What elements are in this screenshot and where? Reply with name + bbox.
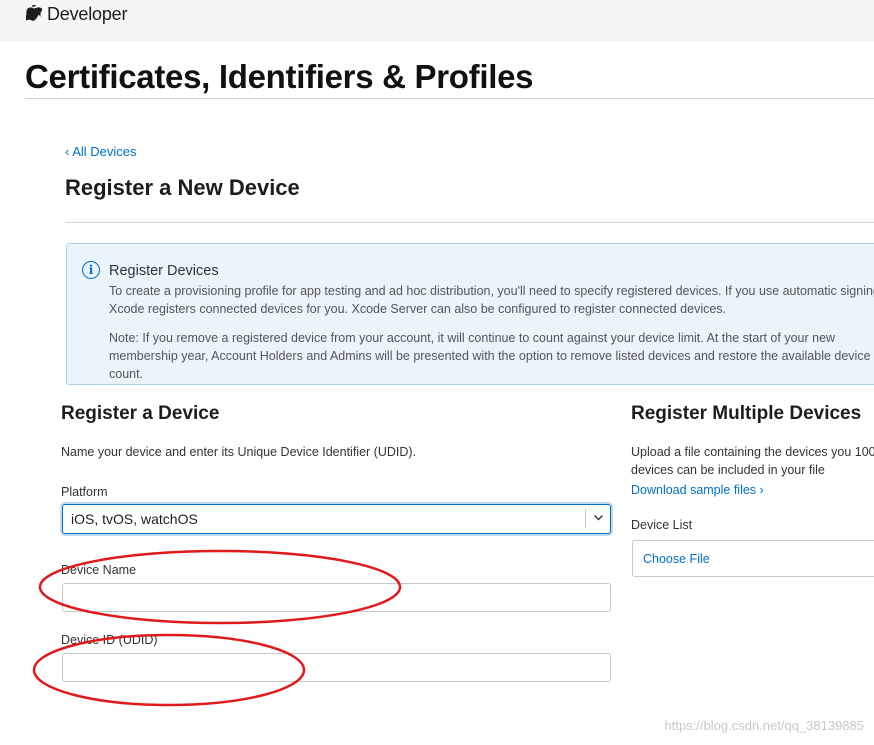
platform-label: Platform: [61, 485, 108, 499]
device-list-file-input[interactable]: Choose File: [632, 540, 874, 577]
info-note: Note: If you remove a registered device …: [109, 331, 871, 381]
title-divider: [25, 98, 874, 99]
select-divider: [585, 509, 586, 528]
apple-logo-icon: [26, 5, 42, 21]
watermark: https://blog.csdn.net/qq_38139885: [664, 718, 865, 733]
platform-select[interactable]: iOS, tvOS, watchOS: [62, 504, 611, 534]
brand-text: Developer: [47, 4, 128, 24]
device-name-input[interactable]: [62, 583, 611, 612]
device-name-label: Device Name: [61, 563, 137, 577]
section-title: Register a New Device: [65, 175, 300, 200]
info-icon: i: [82, 261, 100, 279]
device-id-label: Device ID (UDID): [61, 633, 158, 647]
register-device-title: Register a Device: [61, 403, 220, 424]
register-device-description: Name your device and enter its Unique De…: [61, 445, 417, 459]
register-multiple-title: Register Multiple Devices: [631, 403, 862, 424]
download-sample-files-link[interactable]: Download sample files ›: [631, 483, 764, 497]
device-list-label: Device List: [631, 518, 693, 532]
register-multiple-description: Upload a file containing the devices you…: [631, 445, 874, 477]
choose-file-button[interactable]: Choose File: [643, 552, 710, 566]
info-paragraph: To create a provisioning profile for app…: [109, 284, 874, 316]
top-bar: Developer: [0, 0, 874, 42]
back-to-all-devices-link[interactable]: ‹ All Devices: [65, 144, 137, 159]
info-box: i Register Devices To create a provision…: [66, 243, 874, 385]
platform-select-value: iOS, tvOS, watchOS: [71, 511, 198, 527]
section-divider: [65, 222, 874, 223]
device-id-input[interactable]: [62, 653, 611, 682]
chevron-down-icon: [594, 515, 603, 521]
info-title: Register Devices: [109, 263, 219, 279]
developer-brand[interactable]: Developer: [26, 4, 127, 25]
page-title: Certificates, Identifiers & Profiles: [25, 58, 534, 95]
